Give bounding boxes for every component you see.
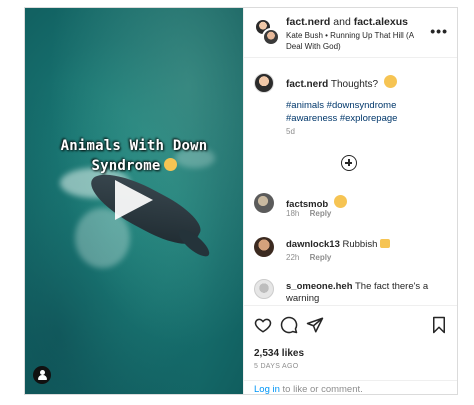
flushed-face-icon — [163, 158, 177, 171]
comment-time: 18h — [286, 209, 300, 218]
post-details: fact.nerd and fact.alexus Kate Bush • Ru… — [243, 8, 457, 394]
comment-icon[interactable] — [280, 316, 298, 334]
share-icon[interactable] — [306, 316, 324, 334]
username-link[interactable]: s_omeone.heh — [286, 281, 353, 292]
post-header: fact.nerd and fact.alexus Kate Bush • Ru… — [244, 8, 457, 58]
video-overlay-line1: Animals With Down — [60, 138, 208, 154]
bookmark-icon[interactable] — [430, 316, 448, 334]
username-link[interactable]: fact.nerd — [286, 79, 328, 90]
caption-text: Thoughts? — [330, 79, 379, 90]
avatar[interactable] — [254, 237, 274, 257]
reel-video[interactable]: Animals With Down Syndrome — [25, 8, 243, 394]
like-count[interactable]: 2,534 likes — [254, 348, 304, 359]
login-prompt: Log in to like or comment. — [254, 384, 363, 395]
avatar[interactable] — [262, 28, 280, 46]
play-icon[interactable] — [115, 180, 153, 220]
more-options-icon[interactable]: ••• — [430, 24, 448, 38]
avatar[interactable] — [254, 73, 274, 93]
hashtags[interactable]: #animals #downsyndrome #awareness #explo… — [286, 99, 446, 125]
collab-names: fact.nerd and fact.alexus — [286, 16, 408, 28]
comments-section[interactable]: fact.nerd Thoughts? #animals #downsyndro… — [244, 59, 457, 304]
thinking-face-icon — [383, 75, 397, 88]
load-more-comments-icon[interactable] — [341, 155, 357, 171]
reply-button[interactable]: Reply — [310, 209, 332, 218]
reply-button[interactable]: Reply — [310, 253, 332, 262]
username-link[interactable]: dawnlock13 — [286, 239, 340, 250]
user-tag-icon[interactable] — [33, 366, 51, 384]
username-link[interactable]: fact.nerd — [286, 16, 330, 28]
comment-time: 22h — [286, 253, 300, 262]
thumbs-down-icon — [380, 239, 390, 248]
collab-avatars[interactable] — [254, 18, 280, 46]
comment-item: dawnlock13 Rubbish 22h Reply — [244, 235, 457, 275]
login-link[interactable]: Log in — [254, 384, 280, 394]
instagram-post: Animals With Down Syndrome fact.nerd and… — [24, 7, 458, 395]
caption-time: 5d — [286, 127, 295, 136]
post-date: 5 DAYS AGO — [254, 363, 299, 370]
surprised-face-icon — [333, 195, 347, 208]
caption: fact.nerd Thoughts? — [286, 75, 397, 90]
heart-icon[interactable] — [254, 316, 272, 334]
avatar[interactable] — [254, 193, 274, 213]
avatar[interactable] — [254, 279, 274, 299]
username-link[interactable]: fact.alexus — [354, 16, 408, 28]
comment-item: factsmob 18h Reply — [244, 191, 457, 231]
comment-item: s_omeone.heh The fact there's a warning — [244, 277, 457, 304]
audio-link[interactable]: Kate Bush • Running Up That Hill (A Deal… — [286, 30, 421, 52]
video-overlay-line2: Syndrome — [25, 158, 243, 174]
